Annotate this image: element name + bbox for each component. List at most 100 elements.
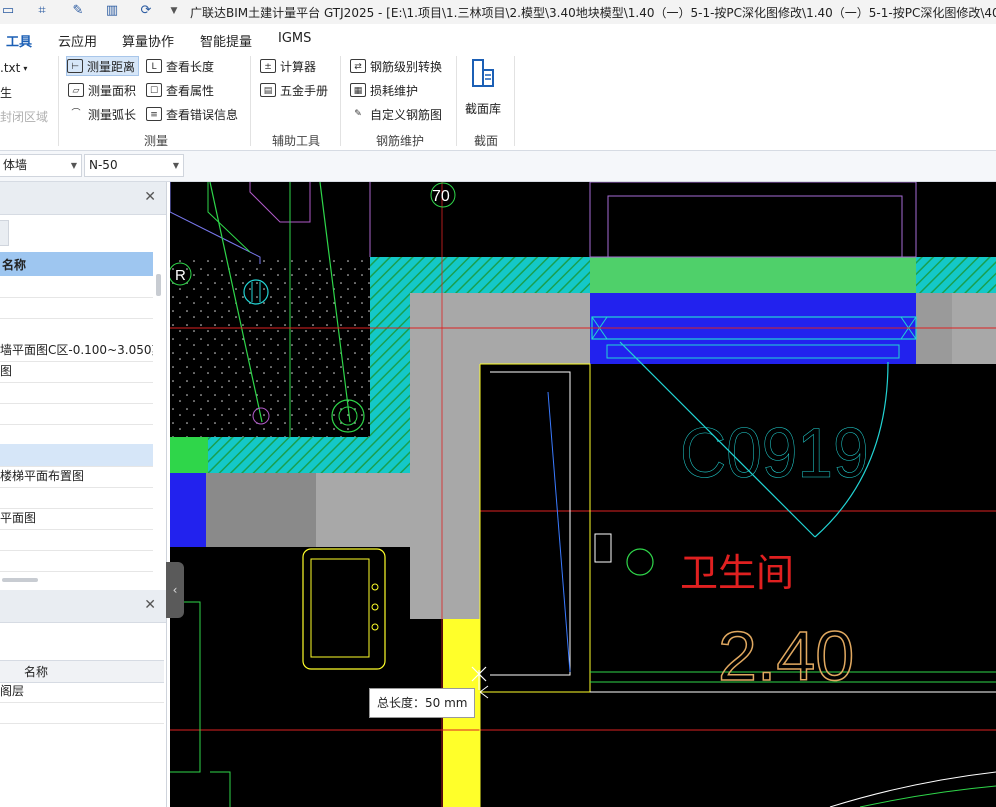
chevron-down-icon: ▼ [172,161,179,170]
measure-area-label: 测量面积 [88,83,137,98]
column-header: 名称 [0,252,153,276]
convert-icon: ⇄ [350,59,366,73]
save-icon[interactable]: ▭ [0,3,16,19]
list-item[interactable] [0,702,164,724]
group-separator [514,56,515,146]
calculator-label: 计算器 [280,59,317,74]
view-properties-label: 查看属性 [166,83,215,98]
calculator-icon: ± [260,59,276,73]
view-errors-label: 查看错误信息 [166,107,239,122]
list-item[interactable] [0,403,153,425]
window-title: 广联达BIM土建计量平台 GTJ2025 - [E:\1.项目\1.三林项目\2… [190,6,996,20]
closed-area-label: 封闭区域 [0,109,49,124]
ribbon: .txt ▾ 生 封闭区域 ⊢ 测量距离 ▱ 测量面积 ⌒ 测量弧长 L 查看长度… [0,52,996,151]
tab-cloud-apps[interactable]: 云应用 [58,31,97,50]
custom-rebar-button[interactable]: ✎ 自定义钢筋图 [350,104,442,124]
horizontal-scrollbar[interactable] [2,578,38,582]
group-separator [340,56,341,146]
title-bar: ▭ ⌗ ✎ ▥ ⟳ ▼ 广联达BIM土建计量平台 GTJ2025 - [E:\1… [0,0,996,24]
tab-tools[interactable]: 工具 [6,31,33,56]
chevron-down-icon: ▼ [70,161,77,170]
drawing-canvas[interactable]: R 70 C0919 卫生间 2.40 [170,182,996,807]
list-item[interactable] [0,529,153,551]
hardware-manual-label: 五金手册 [280,83,329,98]
axis-marker-label: R [175,267,186,284]
drawing-management-panel: ✕ 名称 墙平面图C区-0.100~3.050剪力 图 楼梯平面布置图 平面图 … [0,182,167,807]
element-type-select[interactable]: 体墙 ▼ [0,154,82,177]
length-icon: L [146,59,162,73]
list-item[interactable] [0,297,153,319]
measure-group-title: 测量 [144,134,169,148]
rebar-grade-convert-label: 钢筋级别转换 [370,59,443,74]
grid-icon[interactable]: ⌗ [34,3,50,19]
column-header-name: 名称 [2,258,27,272]
aux-group-title: 辅助工具 [272,134,321,148]
list-item[interactable]: 图 [0,361,153,383]
measure-distance-button[interactable]: ⊢ 测量距离 [66,56,140,76]
list-item-selected[interactable] [0,444,153,467]
ruler-icon: ⊢ [67,59,83,73]
rebar-group-title: 钢筋维护 [376,134,425,148]
area-icon: ▱ [68,83,84,97]
arc-icon: ⌒ [71,109,81,119]
edit-icon[interactable]: ✎ [70,3,86,19]
view-errors-button[interactable]: ≡ 查看错误信息 [146,104,238,124]
hardware-manual-button[interactable]: ▤ 五金手册 [260,80,328,100]
left-partial-label: 生 [0,85,13,100]
element-name-value: N-50 [89,158,118,172]
txt-dropdown[interactable]: .txt ▾ [0,58,27,78]
chevron-left-icon: ‹ [172,583,178,597]
loss-maintenance-button[interactable]: ▦ 损耗维护 [350,80,418,100]
close-icon[interactable]: ✕ [144,189,156,205]
tab-igms[interactable]: IGMS [278,31,311,46]
list-item[interactable] [0,487,153,509]
properties-icon: ☐ [146,83,162,97]
section-library-label: 截面库 [465,102,502,116]
left-partial-button[interactable]: 生 [0,82,12,102]
list-item[interactable]: 楼梯平面布置图 [0,466,153,488]
list-item[interactable] [0,550,153,572]
list-item[interactable] [0,276,153,298]
measure-area-button[interactable]: ▱ 测量面积 [68,80,136,100]
calculator-button[interactable]: ± 计算器 [260,56,316,76]
close-icon[interactable]: ✕ [144,597,156,613]
list-item[interactable]: 墙平面图C区-0.100~3.050剪力 [0,340,153,362]
element-type-value: 体墙 [3,158,28,172]
closed-area-button: 封闭区域 [0,106,48,126]
list-item[interactable]: 平面图 [0,508,153,530]
panel-collapse-handle[interactable]: ‹ [166,562,184,618]
section-library-icon [472,59,494,87]
lower-column-header-name: 名称 [24,665,49,679]
pen-icon: ✎ [354,109,362,119]
scrollbar-thumb[interactable] [156,274,161,296]
element-name-select[interactable]: N-50 ▼ [84,154,184,177]
refresh-icon[interactable]: ⟳ [138,3,154,19]
view-length-label: 查看长度 [166,59,215,74]
group-separator [58,56,59,146]
elevation-label: 2.40 [718,617,854,695]
search-input[interactable] [0,220,9,246]
layer-icon[interactable]: ▥ [104,3,120,19]
txt-label: .txt [0,61,21,75]
measure-tooltip: 总长度：50 mm [369,688,476,718]
top-left-structure: R [170,182,371,437]
tab-smart-extraction[interactable]: 智能提量 [200,31,252,50]
dimension-label: 70 [432,188,450,205]
view-properties-button[interactable]: ☐ 查看属性 [146,80,214,100]
custom-rebar-label: 自定义钢筋图 [370,107,443,122]
measure-arc-button[interactable]: ⌒ 测量弧长 [68,104,136,124]
group-separator [456,56,457,146]
list-item[interactable] [0,382,153,404]
cad-drawing[interactable]: R 70 C0919 卫生间 2.40 [170,182,996,807]
element-selector-bar: 体墙 ▼ N-50 ▼ [0,151,996,182]
section-group-title: 截面 [474,134,499,148]
quick-access-dropdown-icon[interactable]: ▼ [166,3,182,19]
lower-column-header: 名称 [0,660,164,683]
tab-collaboration[interactable]: 算量协作 [122,31,174,50]
panel-header-lower: ✕ [0,590,166,623]
rebar-grade-convert-button[interactable]: ⇄ 钢筋级别转换 [350,56,442,76]
panel-header: ✕ [0,182,166,215]
section-library-button[interactable]: 截面库 [462,56,508,120]
view-length-button[interactable]: L 查看长度 [146,56,214,76]
list-item[interactable]: 阁层 [0,681,164,703]
